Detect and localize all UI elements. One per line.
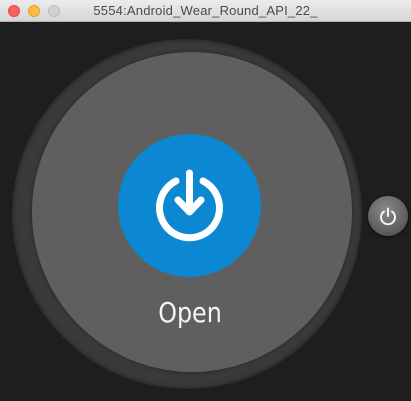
power-download-icon [156,169,223,242]
window-title: 5554:Android_Wear_Round_API_22_ [93,3,318,18]
power-icon [380,207,396,226]
open-action-label: Open [158,296,222,329]
emulator-window: 5554:Android_Wear_Round_API_22_ Open [0,0,411,401]
open-action-button[interactable] [118,134,261,277]
title-bar[interactable]: 5554:Android_Wear_Round_API_22_ [0,0,411,22]
hardware-power-button[interactable] [368,196,408,236]
